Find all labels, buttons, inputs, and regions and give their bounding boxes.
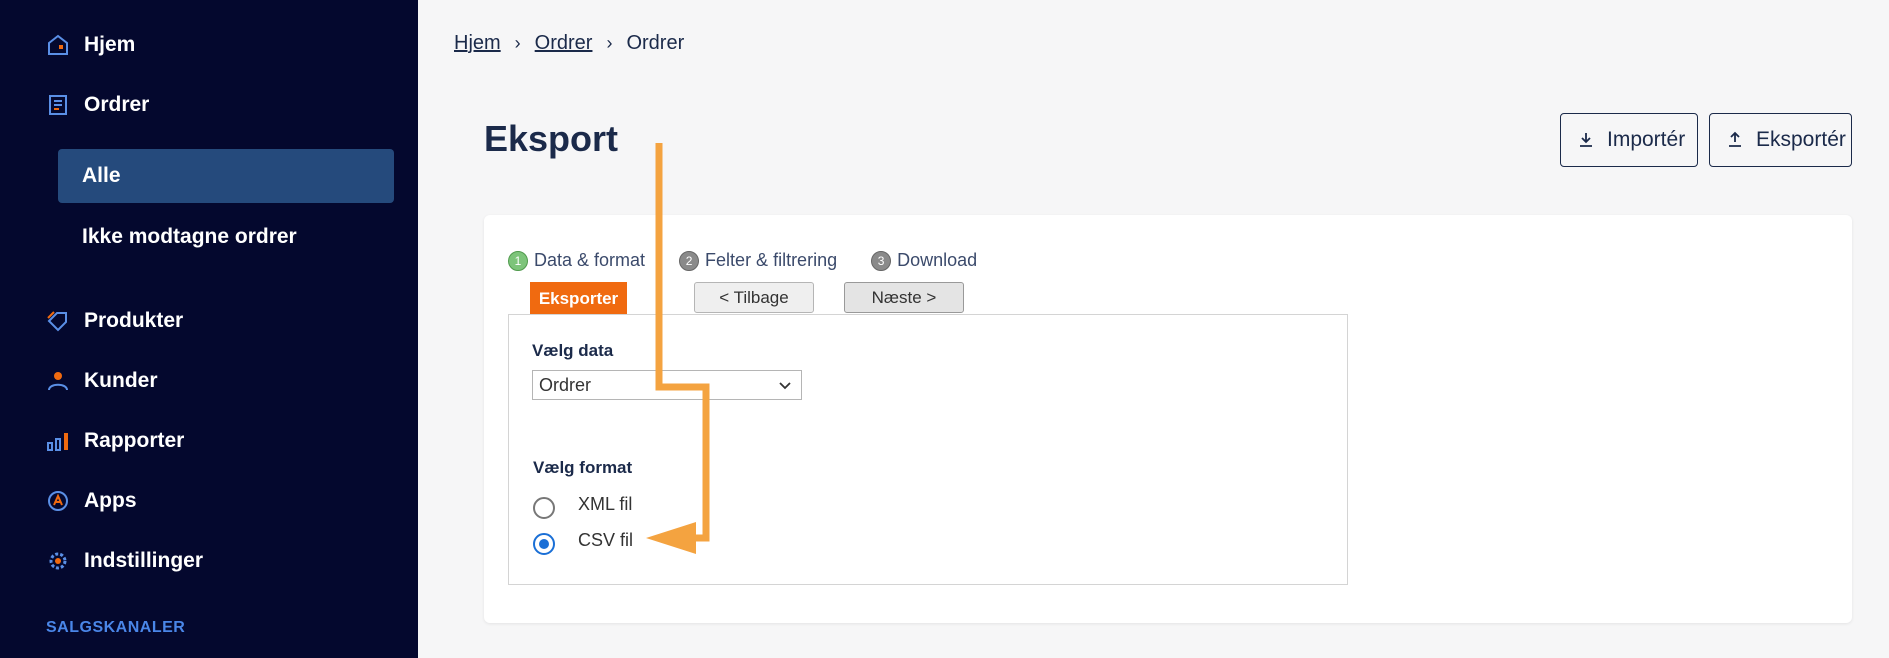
breadcrumb-link-orders[interactable]: Ordrer: [535, 32, 593, 55]
download-icon: [1577, 131, 1595, 149]
sidebar-item-orders[interactable]: Ordrer: [46, 85, 149, 125]
back-button[interactable]: < Tilbage: [694, 282, 814, 313]
sidebar-item-label: Rapporter: [84, 429, 185, 452]
gear-icon: [46, 549, 70, 573]
next-button[interactable]: Næste >: [844, 282, 964, 313]
step-download: 3 Download: [871, 250, 977, 271]
export-button[interactable]: Eksportér: [1709, 113, 1852, 167]
step-label: Download: [897, 250, 978, 270]
sidebar-subitem-all[interactable]: Alle: [58, 149, 394, 203]
select-format-label: Vælg format: [533, 458, 633, 477]
sidebar-item-home[interactable]: Hjem: [46, 25, 135, 65]
sidebar-item-label: Indstillinger: [84, 549, 204, 572]
sidebar-item-customers[interactable]: Kunder: [46, 361, 158, 401]
sidebar-item-label: Produkter: [84, 309, 184, 332]
data-select-value: Ordrer: [539, 374, 592, 395]
chevron-down-icon: [777, 377, 793, 393]
import-button-label: Importér: [1607, 128, 1686, 151]
sidebar-subitem-label: Alle: [82, 164, 121, 187]
wizard-steps: 1 Data & format 2 Felter & filtrering 3 …: [508, 250, 1011, 271]
home-icon: [46, 33, 70, 57]
step-label: Data & format: [534, 250, 646, 270]
radio-csv[interactable]: [533, 533, 555, 555]
chevron-right-icon: ›: [606, 33, 613, 53]
sidebar-item-settings[interactable]: Indstillinger: [46, 541, 203, 581]
data-select[interactable]: Ordrer: [532, 370, 802, 400]
sidebar-item-reports[interactable]: Rapporter: [46, 421, 184, 461]
bar-chart-icon: [46, 429, 70, 453]
step-data-format: 1 Data & format: [508, 250, 645, 271]
sidebar-item-label: Hjem: [84, 33, 136, 56]
orders-icon: [46, 93, 70, 117]
import-button[interactable]: Importér: [1560, 113, 1698, 167]
sidebar-item-label: Kunder: [84, 369, 158, 392]
sidebar-item-label: Apps: [84, 489, 137, 512]
breadcrumb-current: Ordrer: [626, 32, 685, 54]
step-number: 1: [508, 250, 528, 271]
step-number: 3: [871, 250, 892, 271]
step-fields-filtering: 2 Felter & filtrering: [679, 250, 837, 271]
breadcrumb-link-home[interactable]: Hjem: [454, 32, 501, 55]
chevron-right-icon: ›: [514, 33, 521, 53]
select-data-label: Vælg data: [532, 341, 614, 360]
page-title: Eksport: [484, 118, 619, 159]
export-form: [508, 314, 1348, 585]
tab-export[interactable]: Eksporter: [530, 282, 627, 316]
sidebar-subitem-label: Ikke modtagne ordrer: [82, 225, 297, 248]
sidebar-item-apps[interactable]: Apps: [46, 481, 137, 521]
sidebar: Hjem Ordrer Alle Ikke modtagne ordrer Pr…: [0, 0, 418, 658]
sidebar-section-title: SALGSKANALER: [46, 619, 186, 636]
radio-xml[interactable]: [533, 497, 555, 519]
sidebar-subitem-not-received[interactable]: Ikke modtagne ordrer: [58, 210, 394, 264]
sidebar-item-products[interactable]: Produkter: [46, 301, 183, 341]
step-number: 2: [679, 250, 700, 271]
person-icon: [46, 369, 70, 393]
export-button-label: Eksportér: [1756, 128, 1846, 151]
radio-csv-label: CSV fil: [578, 530, 634, 550]
breadcrumb: Hjem › Ordrer › Ordrer: [454, 32, 684, 55]
tag-icon: [46, 309, 70, 333]
step-label: Felter & filtrering: [705, 250, 838, 270]
upload-icon: [1726, 131, 1744, 149]
apps-icon: [46, 489, 70, 513]
sidebar-item-label: Ordrer: [84, 93, 150, 116]
radio-xml-label: XML fil: [578, 494, 633, 514]
